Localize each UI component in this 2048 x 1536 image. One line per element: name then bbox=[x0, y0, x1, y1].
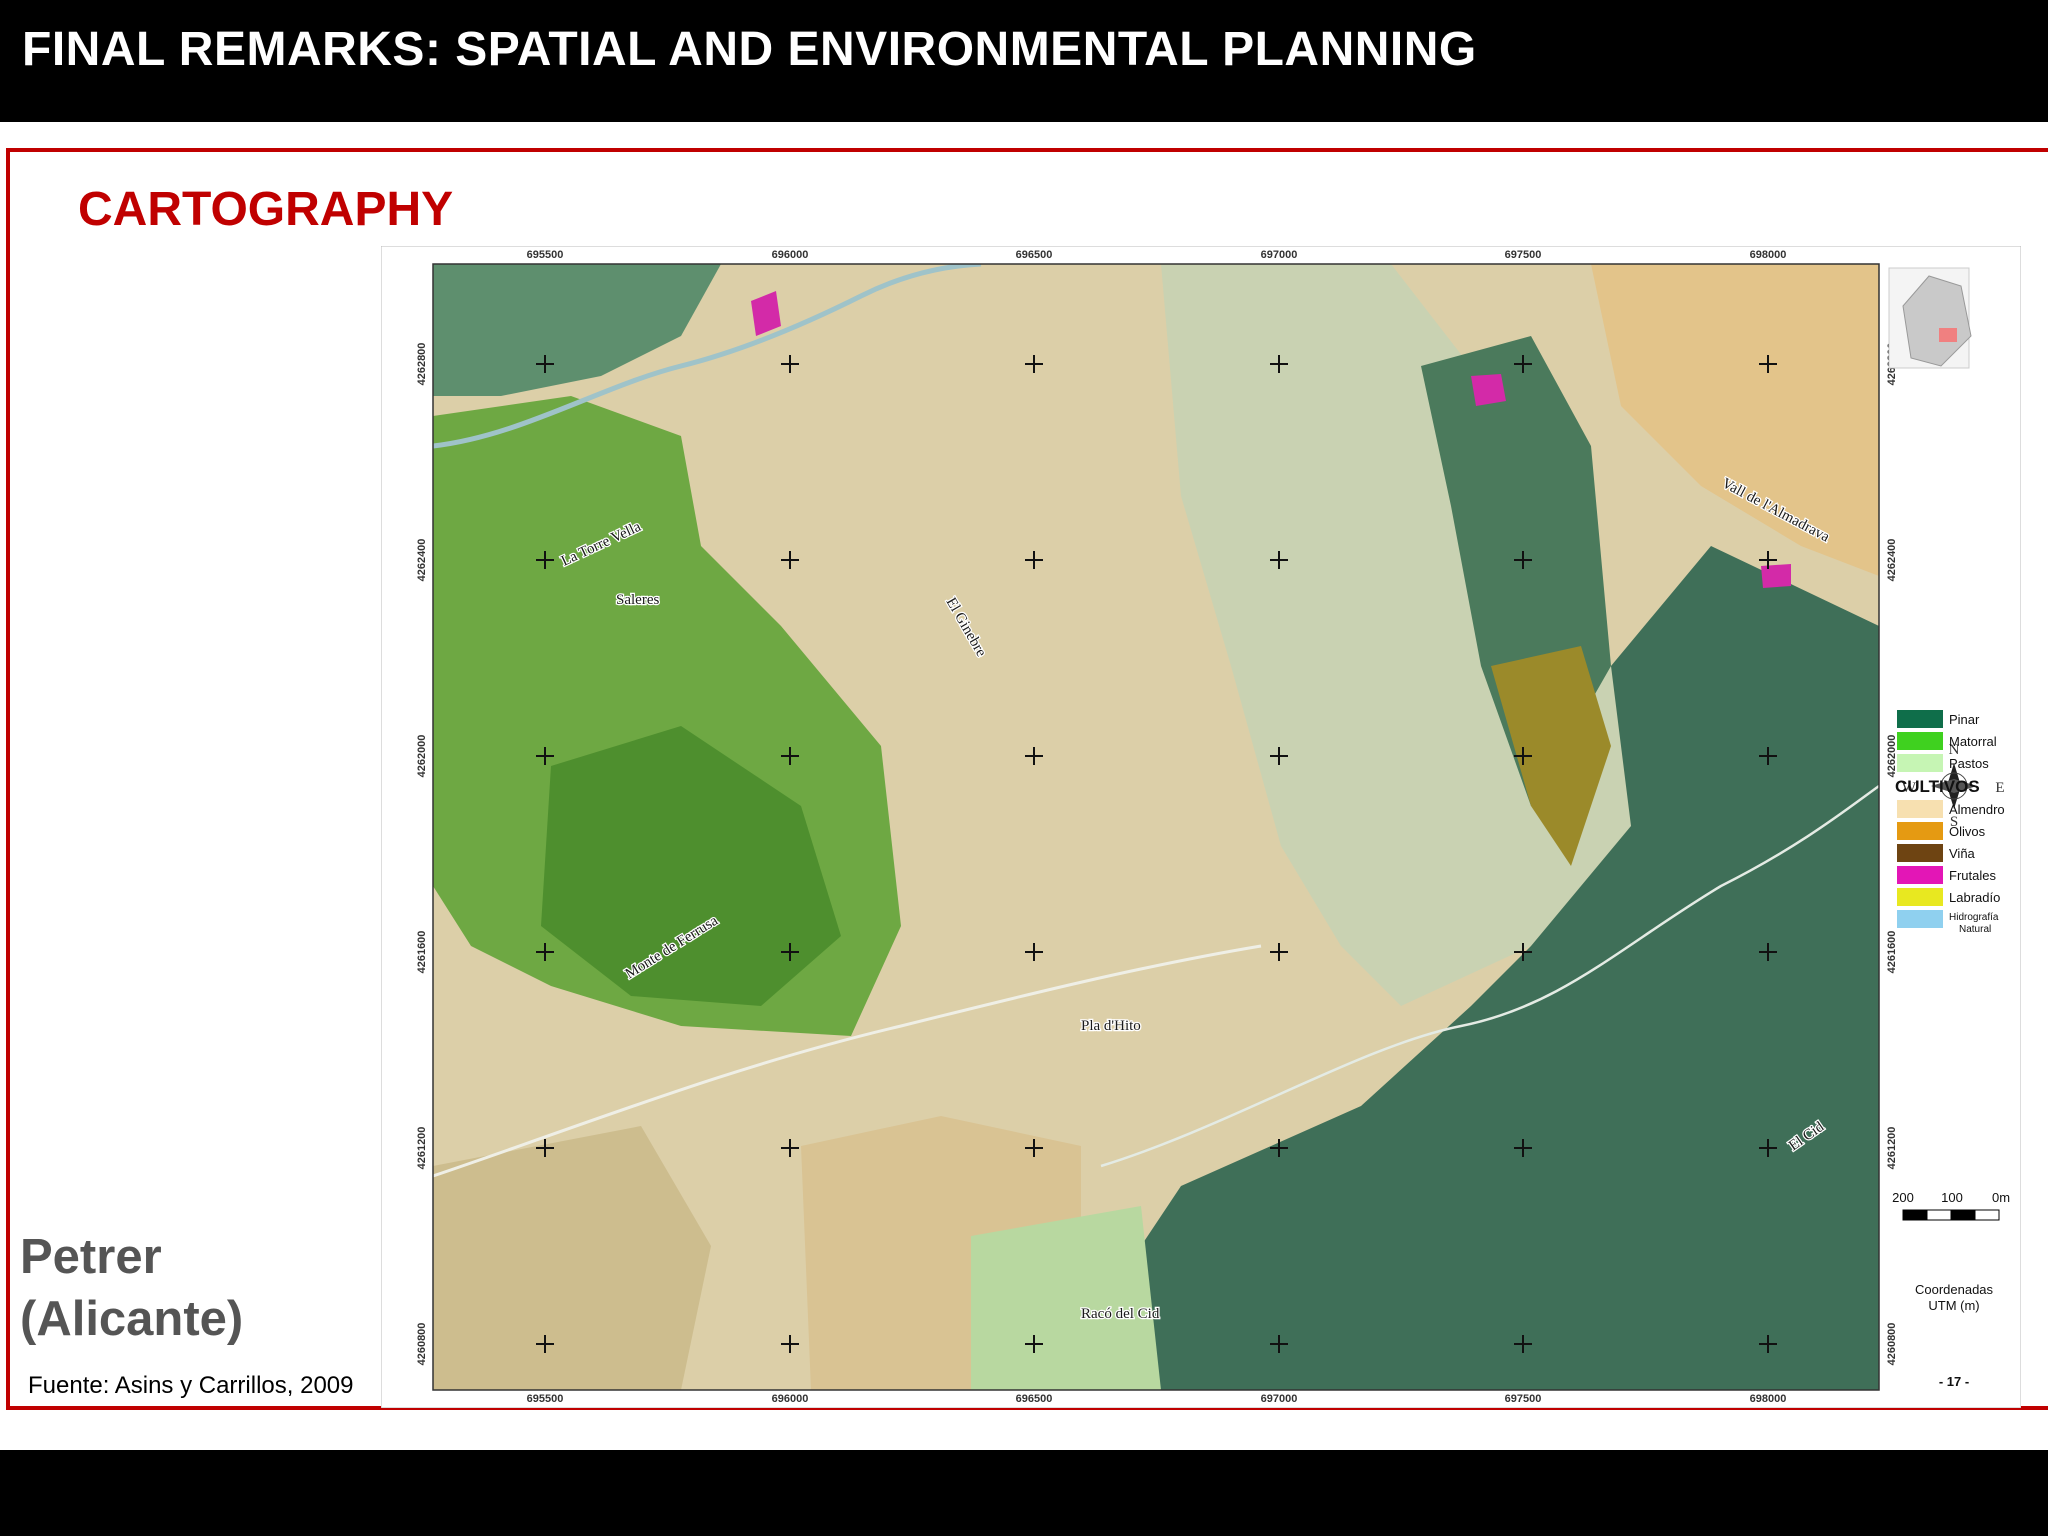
title-bar: FINAL REMARKS: SPATIAL AND ENVIRONMENTAL… bbox=[0, 0, 2048, 122]
location-label: Petrer (Alicante) bbox=[20, 1226, 243, 1350]
scale-label-200: 200 bbox=[1892, 1190, 1914, 1205]
frutales-patch-3 bbox=[1761, 564, 1791, 588]
y-coord-right-2: 4262400 bbox=[1886, 539, 1898, 582]
legend-label-labradio: Labradío bbox=[1949, 890, 2000, 905]
footer-bar bbox=[0, 1450, 2048, 1536]
y-coord-left-2: 4262400 bbox=[416, 539, 428, 582]
x-coord-top-4: 697000 bbox=[1261, 249, 1298, 261]
page-number: - 17 - bbox=[1939, 1374, 1969, 1389]
y-coord-left-6: 4260800 bbox=[416, 1323, 428, 1366]
legend-swatch-labradio bbox=[1897, 888, 1943, 906]
y-coord-right-4: 4261600 bbox=[1886, 931, 1898, 974]
legend-swatch-olivos bbox=[1897, 822, 1943, 840]
y-coord-left-1: 4262800 bbox=[416, 343, 428, 386]
legend-label-matorral: Matorral bbox=[1949, 734, 1997, 749]
x-coord-bottom-3: 696500 bbox=[1016, 1393, 1053, 1405]
slide-title: FINAL REMARKS: SPATIAL AND ENVIRONMENTAL… bbox=[22, 23, 1477, 76]
location-city: Petrer bbox=[20, 1230, 162, 1284]
x-coord-top-5: 697500 bbox=[1505, 249, 1542, 261]
place-raco-del-cid: Racó del Cid bbox=[1081, 1306, 1160, 1322]
y-coord-right-3: 4262000 bbox=[1886, 735, 1898, 778]
scale-segment-1 bbox=[1902, 1209, 1928, 1221]
legend-swatch-matorral bbox=[1897, 732, 1943, 750]
legend-swatch-hidrografia bbox=[1897, 910, 1943, 928]
legend-label-hidrografia: Hidrografía bbox=[1949, 912, 1999, 923]
coordinates-note-line2: UTM (m) bbox=[1928, 1298, 1979, 1313]
legend-swatch-pinar bbox=[1897, 710, 1943, 728]
place-saleres: Saleres bbox=[616, 592, 659, 608]
pastos-area-south bbox=[971, 1206, 1161, 1390]
y-coord-right-5: 4261200 bbox=[1886, 1127, 1898, 1170]
frutales-patch-2 bbox=[1471, 374, 1506, 406]
land-use-map-sheet: 695500 696000 696500 697000 697500 69800… bbox=[381, 246, 2021, 1408]
compass-e: E bbox=[1995, 780, 2004, 796]
legend-swatch-vina bbox=[1897, 844, 1943, 862]
inset-map-extent bbox=[1939, 328, 1957, 342]
x-coord-bottom-5: 697500 bbox=[1505, 1393, 1542, 1405]
legend-swatch-frutales bbox=[1897, 866, 1943, 884]
legend-label-natural: Natural bbox=[1959, 924, 1991, 935]
scale-label-100: 100 bbox=[1941, 1190, 1963, 1205]
scale-segment-3 bbox=[1950, 1209, 1976, 1221]
x-coord-bottom-1: 695500 bbox=[527, 1393, 564, 1405]
legend-swatch-almendro bbox=[1897, 800, 1943, 818]
legend-label-almendro: Almendro bbox=[1949, 802, 2005, 817]
y-coord-left-4: 4261600 bbox=[416, 931, 428, 974]
legend-label-vina: Viña bbox=[1949, 846, 1976, 861]
coordinates-note-line1: Coordenadas bbox=[1915, 1282, 1994, 1297]
y-coord-left-5: 4261200 bbox=[416, 1127, 428, 1170]
scale-segment-2 bbox=[1926, 1209, 1952, 1221]
place-pla-dhito: Pla d'Hito bbox=[1081, 1018, 1141, 1034]
x-coord-bottom-4: 697000 bbox=[1261, 1393, 1298, 1405]
x-coord-top-3: 696500 bbox=[1016, 249, 1053, 261]
land-use-areas bbox=[433, 264, 1879, 1390]
scale-segment-4 bbox=[1974, 1209, 2000, 1221]
x-coord-top-6: 698000 bbox=[1750, 249, 1787, 261]
legend-header-cultivos: CULTIVOS bbox=[1895, 777, 1980, 796]
legend-label-frutales: Frutales bbox=[1949, 868, 1996, 883]
x-coord-bottom-2: 696000 bbox=[772, 1393, 809, 1405]
x-coord-top-2: 696000 bbox=[772, 249, 809, 261]
legend-label-pastos: Pastos bbox=[1949, 756, 1989, 771]
x-coord-top-1: 695500 bbox=[527, 249, 564, 261]
locator-inset bbox=[1888, 267, 1972, 369]
location-region: (Alicante) bbox=[20, 1292, 244, 1346]
scale-label-0: 0m bbox=[1992, 1190, 2010, 1205]
y-coord-right-6: 4260800 bbox=[1886, 1323, 1898, 1366]
legend-label-olivos: Olivos bbox=[1949, 824, 1986, 839]
y-coord-left-3: 4262000 bbox=[416, 735, 428, 778]
land-use-map: 695500 696000 696500 697000 697500 69800… bbox=[381, 246, 2021, 1408]
legend-label-pinar: Pinar bbox=[1949, 712, 1980, 727]
section-title: CARTOGRAPHY bbox=[78, 183, 454, 236]
source-citation: Fuente: Asins y Carrillos, 2009 bbox=[28, 1372, 354, 1399]
legend-swatch-pastos bbox=[1897, 754, 1943, 772]
x-coord-bottom-6: 698000 bbox=[1750, 1393, 1787, 1405]
